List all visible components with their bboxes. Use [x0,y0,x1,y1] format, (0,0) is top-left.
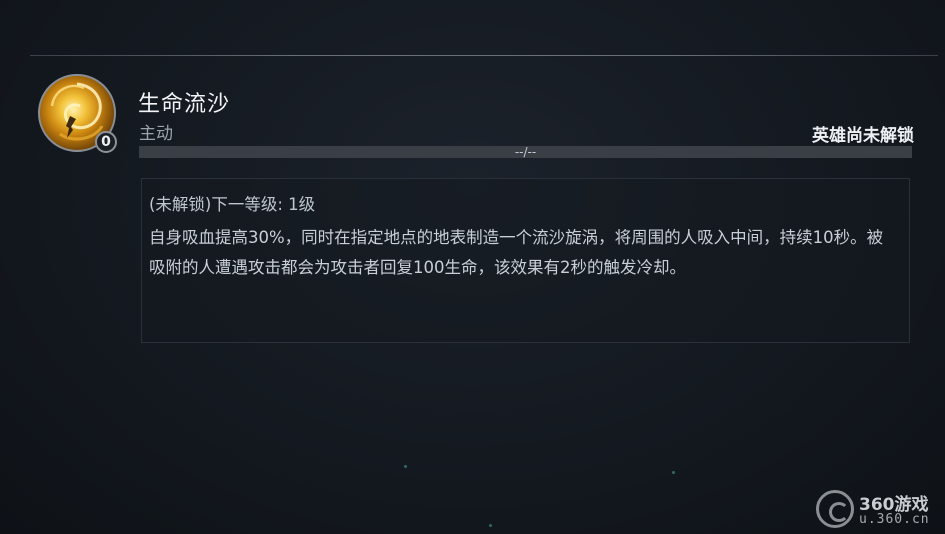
sparkle [672,471,675,474]
360-logo-icon [816,490,854,528]
progress-text: --/-- [514,145,537,159]
skill-description-panel: (未解锁)下一等级: 1级 自身吸血提高30%，同时在指定地点的地表制造一个流沙… [141,178,910,343]
skill-description: 自身吸血提高30%，同时在指定地点的地表制造一个流沙旋涡，将周围的人吸入中间，持… [149,228,884,277]
skill-name: 生命流沙 [138,92,231,117]
skill-progress-bar: --/-- [139,145,912,159]
skill-level-badge: 0 [95,131,117,153]
watermark-url: u.360.cn [859,512,930,527]
sparkle [489,524,492,527]
sparkle [404,465,407,468]
next-level-line: (未解锁)下一等级: 1级 [149,195,316,214]
hero-status: 英雄尚未解锁 [812,126,914,146]
skill-type: 主动 [139,124,173,144]
top-divider [30,55,938,56]
watermark: 360游戏 u.360.cn [816,488,941,530]
